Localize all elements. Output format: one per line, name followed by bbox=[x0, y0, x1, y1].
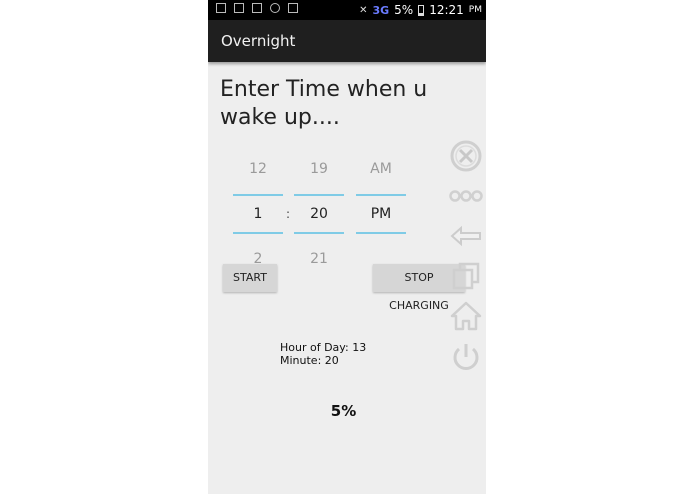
network-type: 3G bbox=[372, 3, 390, 17]
sd-card-icon bbox=[288, 3, 298, 13]
shield-icon bbox=[252, 3, 262, 13]
battery-icon bbox=[418, 4, 425, 16]
mute-icon: ✕ bbox=[359, 4, 368, 16]
hour-selected[interactable]: 1 bbox=[233, 194, 283, 234]
ampm-picker[interactable]: AM PM bbox=[356, 158, 406, 248]
ampm-selected[interactable]: PM bbox=[356, 194, 406, 234]
minute-text: Minute: 20 bbox=[280, 354, 339, 367]
minute-next[interactable]: 21 bbox=[294, 248, 344, 270]
usb-icon bbox=[216, 3, 226, 13]
home-icon[interactable] bbox=[448, 298, 484, 334]
battery-percent: 5% bbox=[394, 3, 414, 17]
minute-picker[interactable]: 19 20 21 bbox=[294, 158, 344, 270]
wake-time-prompt: Enter Time when u wake up.... bbox=[220, 77, 428, 130]
phone-screen: ✕ 3G 5% 12:21 PM Overnight Enter Time wh… bbox=[208, 0, 486, 494]
hour-prev[interactable]: 12 bbox=[233, 158, 283, 180]
time-info: Hour of Day: 13 Minute: 20 bbox=[280, 341, 366, 367]
start-button[interactable]: START bbox=[223, 264, 277, 292]
back-arrow-icon[interactable] bbox=[448, 218, 484, 254]
image-icon bbox=[234, 3, 244, 13]
clock: 12:21 bbox=[429, 3, 464, 17]
minute-prev[interactable]: 19 bbox=[294, 158, 344, 180]
notification-icons bbox=[216, 3, 298, 13]
status-bar: ✕ 3G 5% 12:21 PM bbox=[208, 0, 486, 20]
more-dots-icon[interactable] bbox=[448, 178, 484, 214]
wifi-icon bbox=[270, 3, 280, 13]
system-status: ✕ 3G 5% 12:21 PM bbox=[359, 3, 482, 17]
hour-of-day-text: Hour of Day: 13 bbox=[280, 341, 367, 354]
close-circle-icon[interactable] bbox=[448, 138, 484, 174]
hour-picker[interactable]: 12 1 2 bbox=[233, 158, 283, 270]
clock-ampm: PM bbox=[468, 5, 482, 15]
battery-level-text: 5% bbox=[330, 402, 357, 420]
ampm-prev[interactable]: AM bbox=[356, 158, 406, 180]
recent-apps-icon[interactable] bbox=[448, 258, 484, 294]
power-icon[interactable] bbox=[448, 339, 484, 375]
action-bar: Overnight bbox=[208, 20, 486, 62]
time-separator: : bbox=[286, 207, 291, 221]
minute-selected[interactable]: 20 bbox=[294, 194, 344, 234]
app-title: Overnight bbox=[221, 32, 296, 50]
